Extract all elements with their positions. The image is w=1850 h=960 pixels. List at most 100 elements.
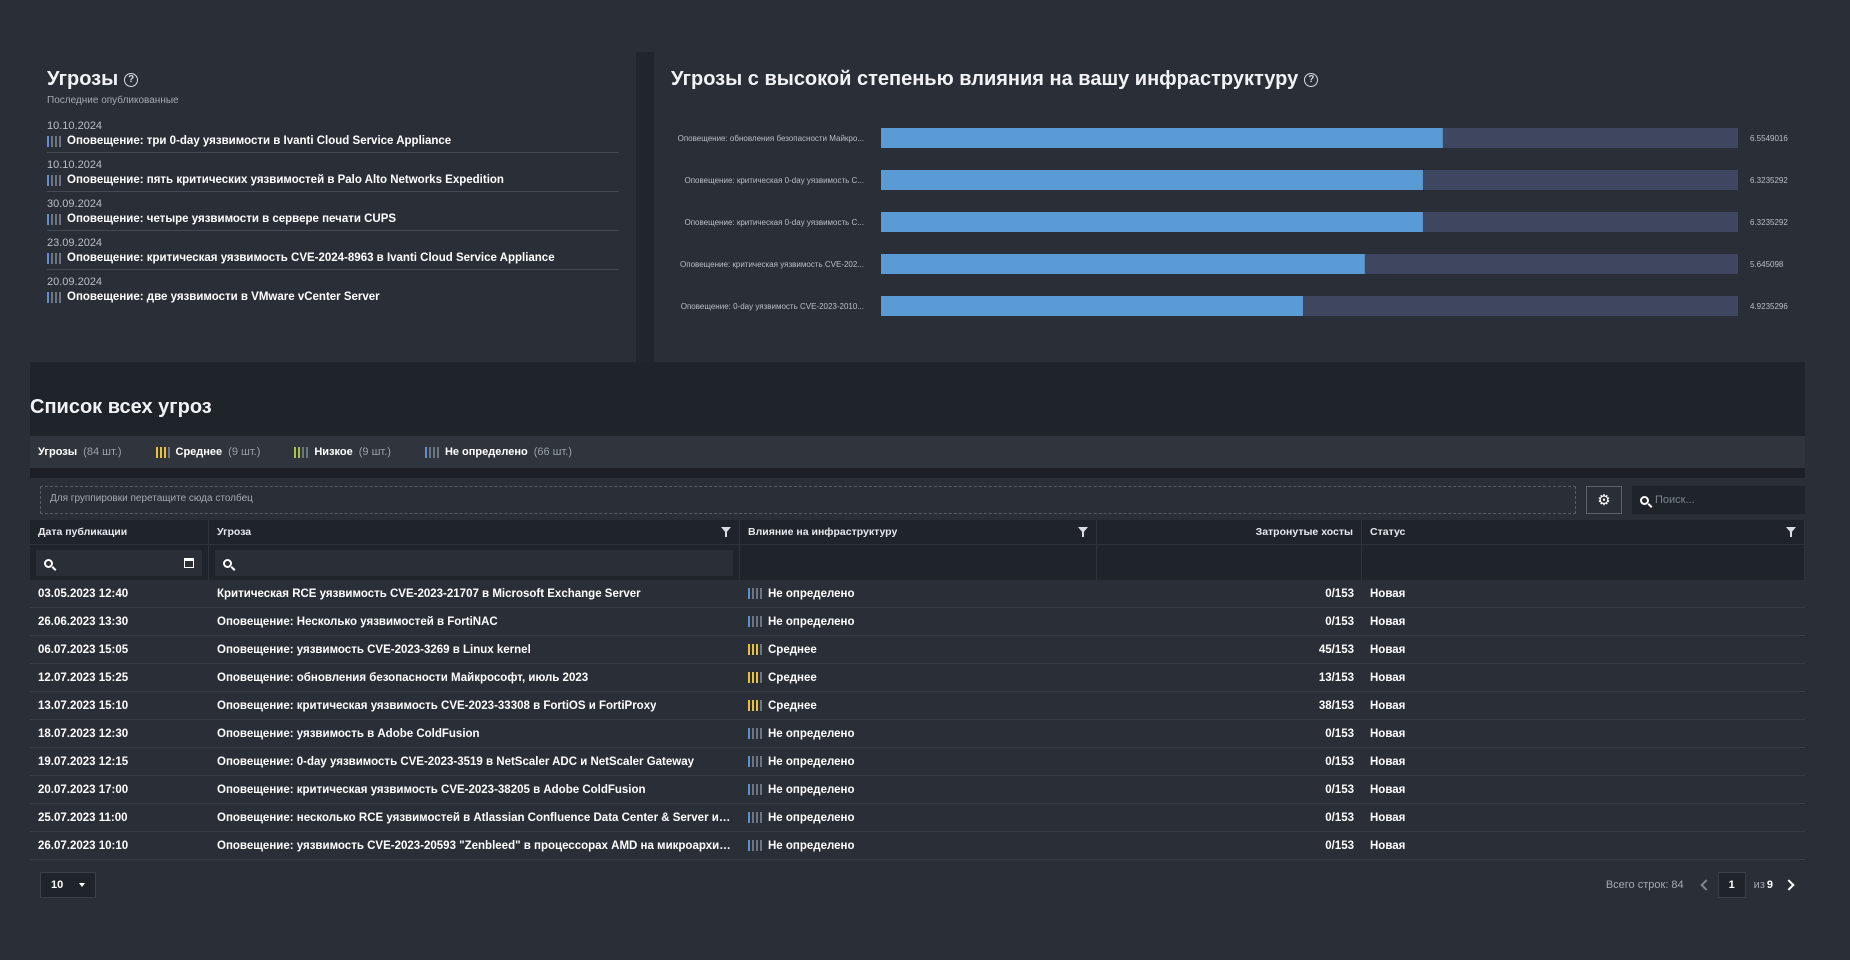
cell-hosts: 45/153 [1097,636,1362,663]
category-label: Оповещение: критическая уязвимость CVE-2… [680,260,864,269]
filter-icon[interactable] [721,527,731,537]
date-filter-input[interactable] [36,550,202,576]
cell-threat[interactable]: Оповещение: несколько RCE уязвимостей в … [209,804,740,831]
cell-status: Новая [1362,580,1805,607]
filter-icon[interactable] [1786,527,1796,537]
cell-threat[interactable]: Оповещение: критическая уязвимость CVE-2… [209,776,740,803]
threat-link[interactable]: Оповещение: критическая уязвимость CVE-2… [217,784,646,796]
column-header-threat[interactable]: Угроза [209,520,740,544]
cell-date: 25.07.2023 11:00 [30,804,209,831]
table-row[interactable]: 19.07.2023 12:15 Оповещение: 0-day уязвим… [30,748,1805,776]
date-value: 20.07.2023 17:00 [38,783,129,796]
news-title[interactable]: Оповещение: две уязвимости в VMware vCen… [67,291,380,303]
cell-threat[interactable]: Оповещение: 0-day уязвимость CVE-2023-35… [209,748,740,775]
bar[interactable] [881,254,1365,274]
calendar-icon[interactable] [184,558,194,568]
cell-date: 03.05.2023 12:40 [30,580,209,607]
panel-divider [636,52,654,362]
chart-title-row: Угрозы с высокой степенью влияния на ваш… [671,68,1791,91]
chevron-right-icon[interactable] [1783,879,1795,891]
severity-indicator-icon [748,784,762,795]
page-size-value: 10 [51,879,64,891]
news-item[interactable]: 10.10.2024 Оповещение: три 0-day уязвимос… [47,114,619,153]
severity-filter[interactable]: Среднее (9 шт.) [155,446,260,458]
search-input[interactable]: Поиск... [1632,486,1805,514]
cell-threat[interactable]: Критическая RCE уязвимость CVE-2023-2170… [209,580,740,607]
help-icon[interactable]: ? [1304,72,1319,87]
filter-label: Низкое [314,446,353,458]
table-row[interactable]: 20.07.2023 17:00 Оповещение: критическая … [30,776,1805,804]
severity-filter[interactable]: Угрозы (84 шт.) [38,446,122,458]
table-row[interactable]: 26.06.2023 13:30 Оповещение: Несколько уя… [30,608,1805,636]
bar[interactable] [881,296,1303,316]
column-header-label: Затронутые хосты [1255,526,1353,538]
cell-status: Новая [1362,748,1805,775]
table-row[interactable]: 26.07.2023 10:10 Оповещение: уязвимость C… [30,832,1805,860]
table-row[interactable]: 12.07.2023 15:25 Оповещение: обновления б… [30,664,1805,692]
search-icon [44,558,53,568]
cell-threat[interactable]: Оповещение: уязвимость CVE-2023-20593 "Z… [209,832,740,859]
column-header-status[interactable]: Статус [1362,520,1805,544]
group-drop-zone[interactable]: Для группировки перетащите сюда столбец [40,486,1576,514]
severity-filter[interactable]: Низкое (9 шт.) [294,446,391,458]
cell-threat[interactable]: Оповещение: уязвимость CVE-2023-3269 в L… [209,636,740,663]
severity-filter[interactable]: Не определено (66 шт.) [424,446,572,458]
bar[interactable] [881,212,1423,232]
column-header-hosts[interactable]: Затронутые хосты [1097,520,1362,544]
threat-link[interactable]: Оповещение: Несколько уязвимостей в Fort… [217,616,498,628]
settings-button[interactable]: ⚙ [1586,486,1622,514]
value-label: 6.3235292 [1750,176,1788,185]
hosts-value: 0/153 [1325,783,1354,796]
cell-threat[interactable]: Оповещение: уязвимость в Adobe ColdFusio… [209,720,740,747]
table-row[interactable]: 18.07.2023 12:30 Оповещение: уязвимость в… [30,720,1805,748]
column-header-date[interactable]: Дата публикации [30,520,209,544]
news-item[interactable]: 23.09.2024 Оповещение: критическая уязвим… [47,231,619,270]
chevron-left-icon[interactable] [1700,879,1712,891]
current-page[interactable]: 1 [1717,872,1746,898]
severity-indicator-icon [47,213,61,225]
chart-title: Угрозы с высокой степенью влияния на ваш… [671,68,1299,90]
date-value: 25.07.2023 11:00 [38,811,128,824]
threat-link[interactable]: Оповещение: уязвимость в Adobe ColdFusio… [217,728,480,740]
cell-threat[interactable]: Оповещение: критическая уязвимость CVE-2… [209,692,740,719]
help-icon[interactable]: ? [124,72,139,87]
threat-link[interactable]: Оповещение: критическая уязвимость CVE-2… [217,700,656,712]
table-row[interactable]: 25.07.2023 11:00 Оповещение: несколько RC… [30,804,1805,832]
page-size-select[interactable]: 10 [40,872,96,898]
threat-link[interactable]: Оповещение: несколько RCE уязвимостей в … [217,812,732,824]
threat-link[interactable]: Оповещение: обновления безопасности Майк… [217,672,588,684]
news-item[interactable]: 30.09.2024 Оповещение: четыре уязвимости … [47,192,619,231]
bar[interactable] [881,128,1443,148]
separator [30,468,1805,478]
filter-icon[interactable] [1078,527,1088,537]
threats-title: Угрозы [47,68,119,90]
table-row[interactable]: 13.07.2023 15:10 Оповещение: критическая … [30,692,1805,720]
date-value: 12.07.2023 15:25 [38,671,129,684]
news-title[interactable]: Оповещение: пять критических уязвимостей… [67,174,504,186]
column-header-impact[interactable]: Влияние на инфраструктуру [740,520,1097,544]
threats-panel: Угрозы ? Последние опубликованные 10.10.… [32,52,636,360]
news-title[interactable]: Оповещение: три 0-day уязвимости в Ivant… [67,135,451,147]
table-row[interactable]: 06.07.2023 15:05 Оповещение: уязвимость C… [30,636,1805,664]
search-icon [223,558,232,568]
threat-link[interactable]: Оповещение: 0-day уязвимость CVE-2023-35… [217,756,694,768]
news-item[interactable]: 10.10.2024 Оповещение: пять критических у… [47,153,619,192]
news-title[interactable]: Оповещение: критическая уязвимость CVE-2… [67,252,555,264]
cell-threat[interactable]: Оповещение: Несколько уязвимостей в Fort… [209,608,740,635]
list-title: Список всех угроз [30,396,212,418]
of-label: из [1753,879,1765,891]
table-row[interactable]: 03.05.2023 12:40 Критическая RCE уязвимос… [30,580,1805,608]
filter-label: Среднее [175,446,223,458]
threat-filter-input[interactable] [215,550,733,576]
cell-date: 12.07.2023 15:25 [30,664,209,691]
bar[interactable] [881,170,1423,190]
threat-link[interactable]: Оповещение: уязвимость CVE-2023-3269 в L… [217,644,531,656]
news-item[interactable]: 20.09.2024 Оповещение: две уязвимости в V… [47,270,619,308]
cell-threat[interactable]: Оповещение: обновления безопасности Майк… [209,664,740,691]
news-title[interactable]: Оповещение: четыре уязвимости в сервере … [67,213,396,225]
threat-link[interactable]: Критическая RCE уязвимость CVE-2023-2170… [217,588,641,600]
cell-impact: Не определено [740,748,1097,775]
threat-link[interactable]: Оповещение: уязвимость CVE-2023-20593 "Z… [217,840,732,852]
date-value: 18.07.2023 12:30 [38,727,129,740]
severity-indicator-icon [748,644,762,655]
